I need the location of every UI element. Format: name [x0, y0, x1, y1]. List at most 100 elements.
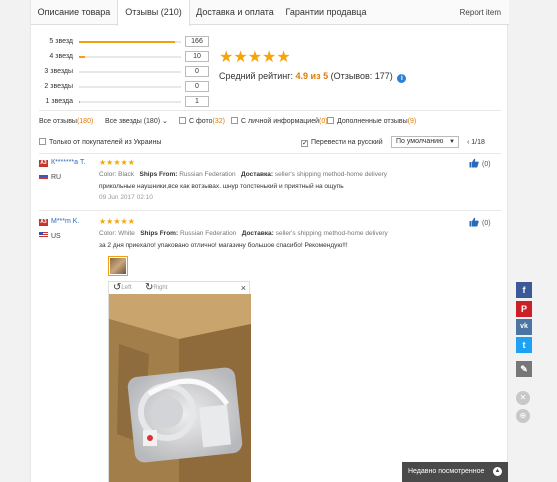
rating-row-2[interactable]: 2 звезды 0 — [41, 81, 211, 93]
checkbox-checked[interactable] — [301, 140, 308, 147]
edit-icon[interactable]: ✎ — [516, 361, 532, 377]
review-stars: ★★★★★ — [99, 158, 135, 167]
tab-reviews[interactable]: Отзывы (210) — [117, 0, 190, 26]
review-text: прикольные наушники,все как вотзывах. шн… — [99, 183, 344, 190]
recently-viewed-bar[interactable]: Недавно посмотренное ▲ — [402, 462, 508, 482]
review-date: 09 Jun 2017 02:10 — [99, 194, 153, 201]
helpful-button[interactable]: (0) — [469, 217, 491, 229]
filter-bar: Все отзывы(180) Все звезды (180) ⌄ С фот… — [39, 115, 501, 129]
divider — [39, 210, 501, 211]
filter-all-reviews[interactable]: Все отзывы(180) — [39, 115, 93, 129]
checkbox[interactable] — [39, 138, 46, 145]
thumbs-up-icon — [469, 217, 479, 227]
meta-label: Доставка: — [241, 230, 274, 237]
rating-bar — [79, 86, 181, 88]
reviewer-name[interactable]: К*******а Т. — [51, 159, 85, 166]
info-icon[interactable]: i — [397, 74, 407, 83]
reviews-panel: Описание товара Отзывы (210) Доставка и … — [30, 0, 509, 482]
zoom-icon[interactable]: ⊕ — [516, 409, 530, 423]
close-circle-icon[interactable]: ✕ — [516, 391, 530, 405]
meta-label: Color: — [99, 171, 117, 178]
rating-bar-fill — [79, 41, 175, 43]
checkbox[interactable] — [179, 117, 186, 124]
option-label: Только от покупателей из Украины — [49, 139, 162, 146]
rating-row-3[interactable]: 3 звезды 0 — [41, 66, 211, 78]
twitter-share-icon[interactable]: t — [516, 337, 532, 353]
tab-bar: Описание товара Отзывы (210) Доставка и … — [31, 0, 509, 26]
option-label: Перевести на русский — [311, 139, 383, 146]
review-item: A3 М***m K. US ★★★★★ Color: White Ships F… — [39, 217, 501, 257]
reviewer-country: US — [39, 232, 61, 241]
average-rating-value: 4.9 из 5 — [295, 71, 329, 81]
rating-count: 0 — [185, 66, 209, 77]
helpful-count: (0) — [482, 220, 491, 227]
review-photo-thumbnail[interactable] — [108, 256, 128, 276]
report-item-link[interactable]: Report item — [460, 0, 501, 25]
tab-guarantees[interactable]: Гарантии продавца — [281, 0, 371, 25]
rotate-left-label: Left — [121, 285, 132, 291]
buyer-level-badge: A3 — [39, 219, 48, 226]
meta-value: seller's shipping method-home delivery — [275, 230, 388, 237]
review-photo-image — [109, 294, 251, 482]
translate-option[interactable]: Перевести на русский — [301, 136, 383, 150]
filter-label: Дополненные отзывы — [337, 118, 408, 125]
filter-additional-reviews[interactable]: Дополненные отзывы(9) — [327, 115, 416, 129]
meta-value: Russian Federation — [179, 230, 237, 237]
recently-viewed-label: Недавно посмотренное — [408, 468, 485, 475]
country-code: RU — [51, 174, 62, 181]
filter-personal-info[interactable]: С личной информацией(0) — [231, 115, 328, 129]
options-bar: Только от покупателей из Украины Перевес… — [39, 136, 501, 150]
filter-with-photo[interactable]: С фото(32) — [179, 115, 225, 129]
divider — [39, 153, 501, 154]
flag-us-icon — [39, 232, 48, 238]
review-meta: Color: White Ships From: Russian Federat… — [99, 229, 388, 238]
pinterest-share-icon[interactable]: P — [516, 301, 532, 317]
review-photo — [109, 294, 251, 482]
filter-label: С личной информацией — [241, 118, 320, 125]
checkbox[interactable] — [327, 117, 334, 124]
checkbox[interactable] — [231, 117, 238, 124]
viewer-toolbar: ↺Left ↻Right × — [109, 282, 251, 294]
review-stars: ★★★★★ — [99, 217, 135, 226]
meta-value: Russian Federation — [179, 171, 236, 178]
filter-label: Все звезды (180) — [105, 118, 161, 125]
rating-row-1[interactable]: 1 звезда 1 — [41, 96, 211, 108]
divider — [39, 110, 501, 111]
rating-row-4[interactable]: 4 звезд 10 — [41, 51, 211, 63]
ukraine-only-option[interactable]: Только от покупателей из Украины — [39, 136, 161, 150]
reviewer-name[interactable]: М***m K. — [51, 218, 79, 225]
average-rating-label: Средний рейтинг: — [219, 71, 294, 81]
buyer-level-badge: A3 — [39, 160, 48, 167]
close-icon[interactable]: × — [241, 282, 246, 294]
thumbs-up-icon — [469, 158, 479, 168]
filter-count: (32) — [212, 118, 225, 125]
vk-share-icon[interactable]: vk — [516, 319, 532, 335]
review-item: A3 К*******а Т. RU ★★★★★ Color: Black Shi… — [39, 158, 501, 208]
rating-bar — [79, 56, 181, 58]
photo-thumbnail-image — [110, 258, 126, 274]
tab-description[interactable]: Описание товара — [31, 0, 117, 25]
flag-ru-icon — [39, 173, 48, 179]
page: Описание товара Отзывы (210) Доставка и … — [0, 0, 557, 482]
rating-bar — [79, 71, 181, 73]
country-code: US — [51, 233, 61, 240]
reviewer[interactable]: A3 М***m K. — [39, 217, 79, 227]
meta-value: White — [118, 230, 135, 237]
rotate-left-button[interactable]: ↺Left — [113, 282, 131, 294]
reviewer[interactable]: A3 К*******а Т. — [39, 158, 85, 168]
filter-all-stars-select[interactable]: Все звезды (180) ⌄ — [105, 115, 168, 129]
helpful-button[interactable]: (0) — [469, 158, 491, 170]
chevron-down-icon: ⌄ — [162, 118, 168, 125]
filter-label: С фото — [189, 118, 213, 125]
rotate-right-button[interactable]: ↻Right — [145, 282, 167, 294]
chevron-up-icon[interactable]: ▲ — [493, 467, 502, 476]
sort-value: По умолчанию — [396, 138, 444, 145]
tab-shipping[interactable]: Доставка и оплата — [191, 0, 279, 25]
sort-select[interactable]: По умолчанию ▼ — [391, 136, 459, 148]
chevron-down-icon: ▼ — [449, 139, 455, 145]
rating-label: 3 звезды — [44, 68, 73, 75]
photo-viewer: ↺Left ↻Right × — [108, 281, 251, 482]
average-stars: ★★★★★ — [219, 49, 291, 66]
facebook-share-icon[interactable]: f — [516, 282, 532, 298]
rating-row-5[interactable]: 5 звезд 166 — [41, 36, 211, 48]
